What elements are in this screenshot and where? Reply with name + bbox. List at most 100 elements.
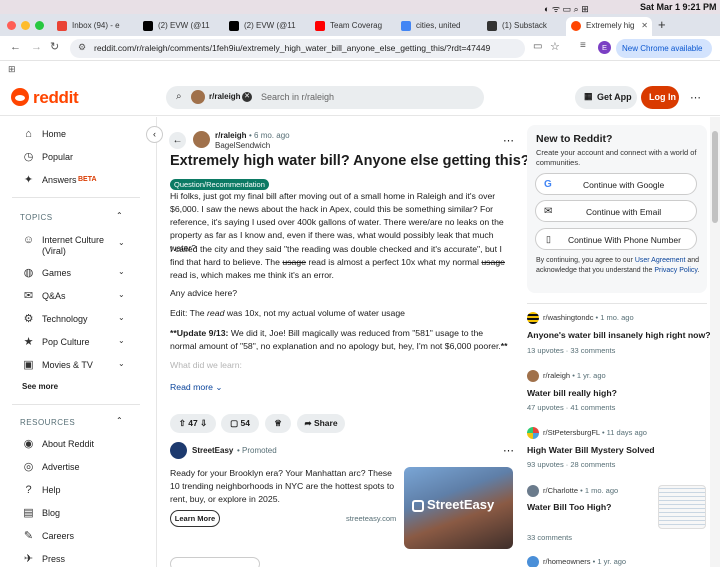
related-thumbnail[interactable] bbox=[658, 485, 706, 529]
post-flair[interactable]: Question/Recommendation bbox=[170, 179, 269, 190]
promo-image[interactable]: StreetEasy bbox=[404, 467, 513, 549]
back-arrow-button[interactable]: ← bbox=[169, 132, 186, 149]
tab-strip: Inbox (94) - e (2) EVW (@11 (2) EVW (@11… bbox=[0, 14, 720, 36]
url-field[interactable]: ⚙ reddit.com/r/raleigh/comments/1feh9iu/… bbox=[70, 39, 525, 58]
apps-grid-icon[interactable]: ⊞ bbox=[8, 64, 16, 75]
tab-label: cities, united bbox=[416, 21, 461, 30]
tab-youtube[interactable]: Team Coverag bbox=[310, 17, 396, 36]
privacy-policy-link[interactable]: Privacy Policy bbox=[654, 267, 697, 274]
sort-comments-button[interactable] bbox=[170, 557, 260, 567]
tab-x-2[interactable]: (2) EVW (@11 bbox=[224, 17, 310, 36]
back-icon[interactable]: ← bbox=[10, 41, 21, 53]
chrome-update-button[interactable]: New Chrome available bbox=[616, 39, 712, 58]
nav-label: Internet Culture (Viral) bbox=[42, 235, 105, 256]
profile-avatar[interactable]: E bbox=[598, 41, 611, 54]
comments-button[interactable]: ▢ 54 bbox=[221, 414, 259, 433]
community-avatar bbox=[527, 556, 539, 567]
tab-search-icon[interactable]: ≡ bbox=[580, 40, 586, 51]
zoom-window-button[interactable] bbox=[35, 21, 44, 30]
related-title[interactable]: High Water Bill Mystery Solved bbox=[527, 445, 655, 455]
forward-icon[interactable]: → bbox=[31, 41, 42, 53]
promo-domain[interactable]: streeteasy.com bbox=[346, 514, 396, 523]
strikethrough-text: usage bbox=[282, 257, 307, 267]
downvote-icon[interactable]: ⇩ bbox=[200, 418, 207, 428]
chevron-down-icon: ⌄ bbox=[118, 267, 125, 276]
share-button[interactable]: ➦ Share bbox=[297, 414, 345, 433]
cast-icon[interactable]: ▭ bbox=[533, 41, 542, 52]
chevron-down-icon: ⌄ bbox=[118, 336, 125, 345]
search-bar[interactable]: ⌕ r/raleigh ✕ Search in r/raleigh bbox=[166, 86, 484, 109]
related-title[interactable]: Anyone's water bill insanely high right … bbox=[527, 330, 711, 340]
continue-google-button[interactable]: G Continue with Google bbox=[535, 173, 697, 195]
related-comments: 33 comments bbox=[527, 533, 573, 542]
subreddit-avatar[interactable] bbox=[193, 131, 210, 148]
related-stats: 47 upvotes · 41 comments bbox=[527, 403, 616, 412]
post-subreddit-link[interactable]: r/raleigh bbox=[215, 131, 247, 140]
related-stats: 13 upvotes · 33 comments bbox=[527, 346, 616, 355]
post-body-faded-text: What did we learn: bbox=[170, 360, 242, 370]
careers-icon: ✎ bbox=[23, 530, 34, 542]
vote-control[interactable]: ⇧ 47 ⇩ bbox=[170, 414, 216, 433]
close-tab-icon[interactable]: ✕ bbox=[641, 21, 648, 30]
search-input[interactable]: Search in r/raleigh bbox=[261, 92, 334, 102]
continue-phone-button[interactable]: ▯ Continue With Phone Number bbox=[535, 228, 697, 250]
learn-more-button[interactable]: Learn More bbox=[170, 510, 220, 527]
reload-icon[interactable]: ↻ bbox=[50, 40, 59, 53]
tab-x-1[interactable]: (2) EVW (@11 bbox=[138, 17, 224, 36]
continue-email-button[interactable]: ✉ Continue with Email bbox=[535, 200, 697, 222]
page-scrollbar[interactable] bbox=[710, 117, 720, 567]
community-avatar bbox=[527, 485, 539, 497]
reddit-logo-icon[interactable] bbox=[11, 88, 29, 106]
award-button[interactable]: ♕ bbox=[265, 414, 291, 433]
new-tab-button[interactable]: + bbox=[658, 17, 666, 32]
tab-label: (2) EVW (@11 bbox=[244, 21, 296, 30]
post-author-link[interactable]: BagelSendwich bbox=[215, 141, 270, 150]
streeteasy-avatar[interactable] bbox=[170, 442, 187, 459]
minimize-window-button[interactable] bbox=[21, 21, 30, 30]
read-more-link[interactable]: Read more ⌄ bbox=[170, 382, 223, 393]
qa-icon: ✉ bbox=[23, 290, 34, 302]
movies-icon: ▣ bbox=[23, 359, 34, 371]
chevron-down-icon: ⌄ bbox=[118, 290, 125, 299]
blog-icon: ▤ bbox=[23, 507, 34, 519]
google-g-icon: G bbox=[544, 179, 552, 190]
gmail-icon bbox=[57, 21, 67, 31]
email-button-label: Continue with Email bbox=[586, 207, 662, 217]
nav-label: Careers bbox=[42, 531, 75, 541]
google-button-label: Continue with Google bbox=[583, 180, 665, 190]
related-title[interactable]: Water Bill Too High? bbox=[527, 502, 611, 512]
tab-substack[interactable]: (1) Substack bbox=[482, 17, 566, 36]
clear-community-icon[interactable]: ✕ bbox=[242, 92, 252, 102]
collapse-resources-icon[interactable]: ⌃ bbox=[116, 416, 123, 425]
reddit-wordmark[interactable]: reddit bbox=[33, 88, 79, 108]
tab-gmail[interactable]: Inbox (94) - e bbox=[52, 17, 138, 36]
user-agreement-link[interactable]: User Agreement bbox=[635, 257, 686, 264]
nav-label: Games bbox=[42, 268, 72, 278]
related-age: • 1 yr. ago bbox=[592, 557, 627, 566]
italic-text: read bbox=[207, 308, 225, 318]
collapse-sidebar-button[interactable]: ‹ bbox=[146, 126, 163, 143]
tab-google[interactable]: cities, united bbox=[396, 17, 482, 36]
post-body-paragraph: Any advice here? bbox=[170, 288, 238, 298]
login-button[interactable]: Log In bbox=[641, 86, 679, 109]
close-window-button[interactable] bbox=[7, 21, 16, 30]
related-title[interactable]: Water bill really high? bbox=[527, 388, 617, 398]
get-app-button[interactable]: ▦ Get App bbox=[575, 86, 637, 109]
promo-options-icon[interactable]: ⋯ bbox=[503, 444, 514, 457]
post-options-icon[interactable]: ⋯ bbox=[503, 134, 514, 147]
tab-reddit-active[interactable]: Extremely hig ✕ bbox=[566, 17, 652, 36]
post-title: Extremely high water bill? Anyone else g… bbox=[170, 153, 530, 169]
scrollbar-thumb[interactable] bbox=[712, 131, 718, 223]
promo-advertiser[interactable]: StreetEasy bbox=[192, 446, 233, 455]
search-icon: ⌕ bbox=[176, 91, 182, 102]
nav-label: Popular bbox=[42, 152, 74, 162]
site-info-icon[interactable]: ⚙ bbox=[78, 42, 86, 53]
bookmark-star-icon[interactable]: ☆ bbox=[550, 40, 560, 53]
upvote-icon[interactable]: ⇧ bbox=[179, 418, 186, 428]
address-bar-row: ← → ↻ ⚙ reddit.com/r/raleigh/comments/1f… bbox=[0, 36, 720, 61]
post-body-paragraph: I called the city and they said "the rea… bbox=[170, 243, 510, 282]
popular-icon: ◷ bbox=[23, 151, 34, 163]
collapse-topics-icon[interactable]: ⌃ bbox=[116, 211, 123, 220]
see-more-link[interactable]: See more bbox=[22, 382, 58, 391]
more-menu-icon[interactable]: ⋯ bbox=[690, 91, 701, 104]
